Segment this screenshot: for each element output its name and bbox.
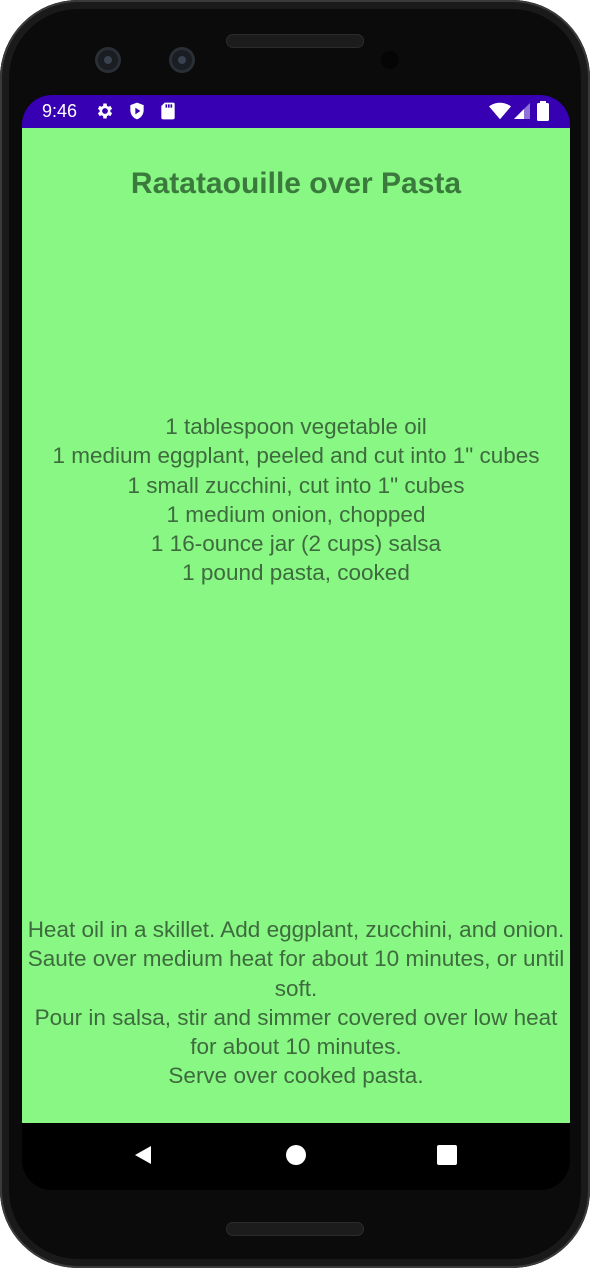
ingredient-item: 1 small zucchini, cut into 1" cubes <box>127 472 465 498</box>
direction-step: Heat oil in a skillet. Add eggplant, zuc… <box>27 917 565 1001</box>
ingredient-item: 1 pound pasta, cooked <box>182 560 410 586</box>
recents-button[interactable] <box>430 1140 464 1174</box>
shield-icon <box>127 101 147 121</box>
ingredient-item: 1 medium onion, chopped <box>166 501 426 527</box>
gear-icon <box>95 101 115 121</box>
status-time: 9:46 <box>42 101 78 121</box>
front-camera <box>95 47 121 73</box>
status-bar: 9:46 <box>22 95 570 128</box>
direction-step: Pour in salsa, stir and simmer covered o… <box>34 1004 558 1060</box>
wifi-icon <box>489 101 511 121</box>
phone-frame: 9:46 Ratataouille over Pasta 1 tablespoo… <box>0 0 590 1268</box>
earpiece-speaker <box>226 34 364 48</box>
recents-icon <box>436 1144 458 1170</box>
recipe-content: Ratataouille over Pasta 1 tablespoon veg… <box>22 128 570 1123</box>
bottom-speaker <box>226 1222 364 1236</box>
ingredients-list: 1 tablespoon vegetable oil 1 medium eggp… <box>22 412 570 588</box>
proximity-sensor <box>381 51 399 69</box>
recipe-title: Ratataouille over Pasta <box>130 167 462 200</box>
screen: 9:46 Ratataouille over Pasta 1 tablespoo… <box>22 95 570 1190</box>
sd-card-icon <box>158 101 178 121</box>
navigation-bar <box>22 1123 570 1190</box>
directions-text: Heat oil in a skillet. Add eggplant, zuc… <box>26 915 566 1091</box>
home-icon <box>285 1144 307 1170</box>
back-icon <box>132 1144 154 1170</box>
ingredient-item: 1 tablespoon vegetable oil <box>165 414 427 439</box>
direction-step: Serve over cooked pasta. <box>168 1063 424 1089</box>
back-button[interactable] <box>126 1140 160 1174</box>
ingredient-item: 1 medium eggplant, peeled and cut into 1… <box>52 443 540 469</box>
cell-signal-icon <box>512 101 532 121</box>
front-camera-secondary <box>169 47 195 73</box>
ingredient-item: 1 16-ounce jar (2 cups) salsa <box>150 531 442 557</box>
battery-icon <box>536 101 550 121</box>
home-button[interactable] <box>279 1140 313 1174</box>
